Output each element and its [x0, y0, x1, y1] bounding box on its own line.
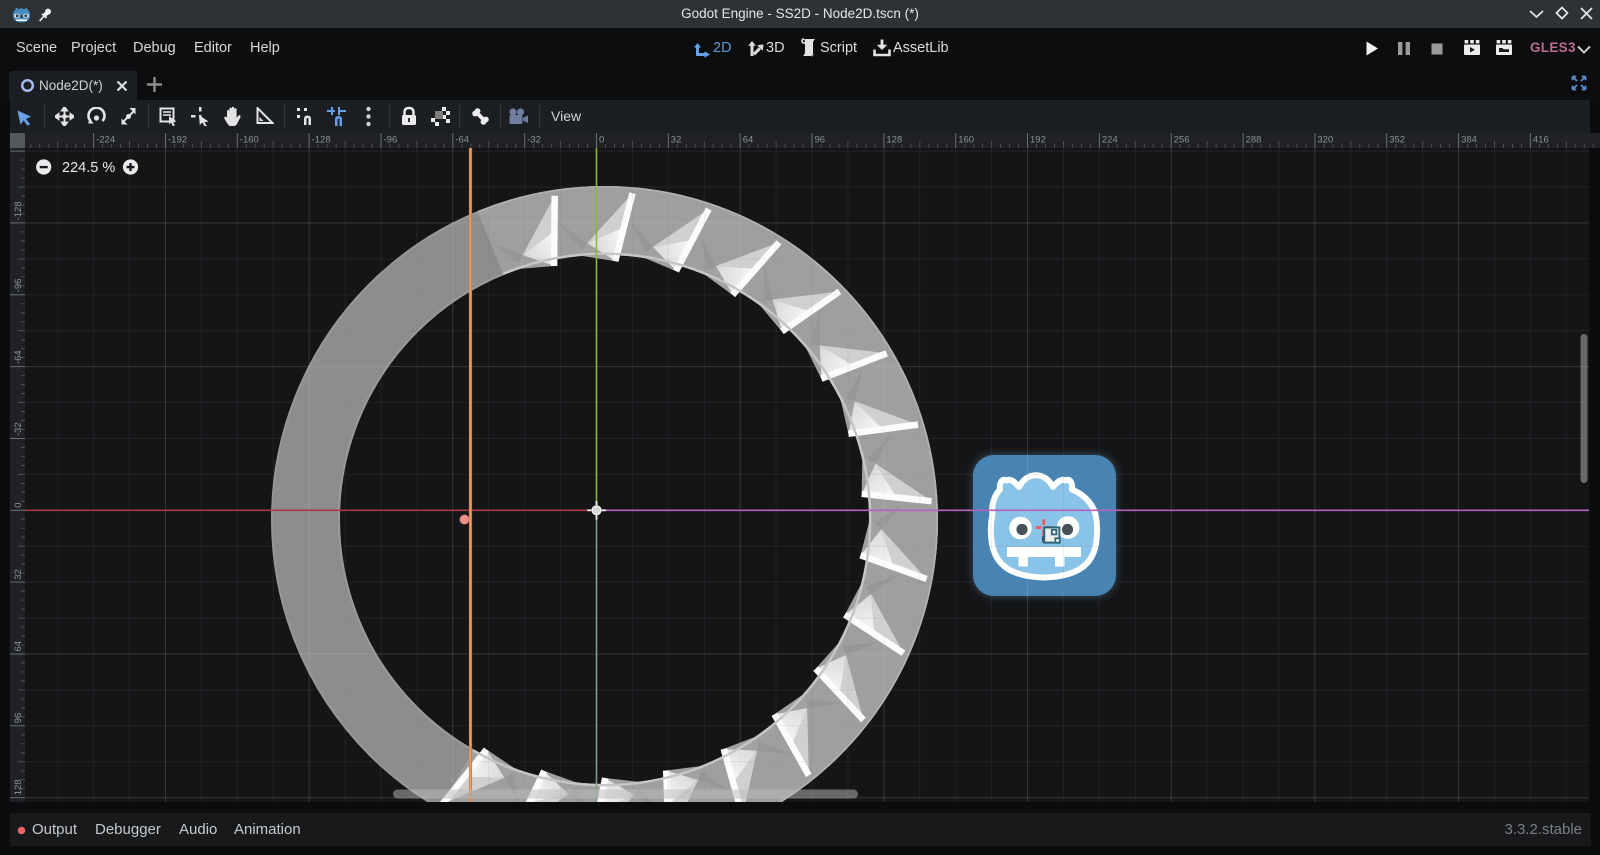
svg-text:32: 32: [13, 569, 24, 580]
svg-text:-64: -64: [455, 135, 469, 146]
svg-text:352: 352: [1389, 135, 1405, 146]
svg-text:-64: -64: [13, 350, 24, 364]
svg-text:-96: -96: [13, 279, 24, 293]
svg-text:64: 64: [743, 135, 754, 146]
svg-text:-128: -128: [13, 201, 24, 220]
svg-text:192: 192: [1030, 135, 1046, 146]
svg-text:-128: -128: [312, 135, 331, 146]
svg-text:64: 64: [13, 641, 24, 652]
svg-text:288: 288: [1246, 135, 1262, 146]
svg-text:-32: -32: [13, 422, 24, 436]
svg-text:-192: -192: [168, 135, 187, 146]
svg-text:320: 320: [1317, 135, 1333, 146]
svg-text:0: 0: [599, 135, 604, 146]
svg-text:0: 0: [13, 503, 24, 508]
svg-text:-160: -160: [240, 135, 259, 146]
svg-text:32: 32: [671, 135, 682, 146]
svg-text:-224: -224: [96, 135, 115, 146]
svg-text:96: 96: [13, 713, 24, 724]
svg-text:-96: -96: [384, 135, 398, 146]
svg-text:96: 96: [815, 135, 826, 146]
svg-text:384: 384: [1461, 135, 1477, 146]
svg-text:128: 128: [886, 135, 902, 146]
svg-text:256: 256: [1174, 135, 1190, 146]
svg-text:416: 416: [1533, 135, 1549, 146]
svg-text:224: 224: [1102, 135, 1118, 146]
svg-text:160: 160: [958, 135, 974, 146]
svg-text:-32: -32: [527, 135, 541, 146]
svg-text:224.5 %: 224.5 %: [62, 160, 115, 176]
svg-text:128: 128: [13, 779, 24, 795]
